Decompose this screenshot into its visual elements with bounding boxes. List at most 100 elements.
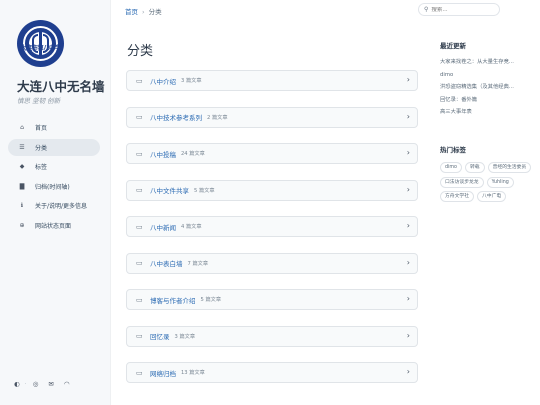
folder-icon: ▭ xyxy=(136,113,143,121)
sidebar-item-home[interactable]: ⌂ 首页 xyxy=(8,119,100,136)
info-icon: ℹ xyxy=(20,202,24,209)
sidebar-item-label: 首页 xyxy=(35,125,48,132)
sidebar-item-categories[interactable]: ☰ 分类 xyxy=(8,138,100,156)
chevron-right-icon[interactable]: › xyxy=(407,367,410,376)
rss-icon[interactable]: ◠ xyxy=(64,380,70,388)
sidebar-item-tags[interactable]: ◆ 标签 xyxy=(8,158,100,175)
tag-cloud: dimo 转载 曾经的生活委员 口法访谈步龙龙 Yuhling 方舟文学社 八中… xyxy=(440,162,536,206)
category-card[interactable]: ▭ 八中新闻 4 篇文章 › xyxy=(126,216,418,237)
category-card[interactable]: ▭ 八中文件共享 5 篇文章 › xyxy=(126,179,418,201)
category-count: 13 篇文章 xyxy=(181,370,205,376)
theme-toggle-icon[interactable]: ◐ xyxy=(14,380,20,388)
category-card[interactable]: ▭ 网络归档 13 篇文章 › xyxy=(126,362,418,383)
recent-updates-panel: 最近更新 大家来找茬之：从大量生存竞... dimo 洪恐盗窃精选集（及其他经典… xyxy=(440,40,536,119)
folder-icon: ▭ xyxy=(136,149,143,158)
category-card[interactable]: ▭ 回忆录 3 篇文章 › xyxy=(126,325,418,347)
globe-icon: ⊕ xyxy=(19,221,25,229)
category-count: 3 篇文章 xyxy=(174,333,196,340)
category-count: 7 篇文章 xyxy=(187,260,209,267)
footer-separator: · xyxy=(24,380,27,388)
archive-icon: ▇ xyxy=(19,182,25,190)
home-icon: ⌂ xyxy=(20,124,24,131)
sidebar-item-label: 分类 xyxy=(35,144,48,152)
tag-icon: ◆ xyxy=(19,163,25,170)
recent-update-link[interactable]: 回忆录：番外篇 xyxy=(440,94,536,107)
chevron-right-icon[interactable]: › xyxy=(407,258,410,267)
folder-icon: ▭ xyxy=(136,259,143,267)
category-card[interactable]: ▭ 八中介绍 3 篇文章 › xyxy=(126,70,418,91)
site-title[interactable]: 大连八中无名墙 xyxy=(17,76,105,95)
sidebar: 大连市第八中学 大连八中无名墙 慎思 坚韧 创新 ⌂ 首页 ☰ 分类 ◆ 标签 … xyxy=(0,0,111,405)
category-card[interactable]: ▭ 八中投稿 24 篇文章 › xyxy=(126,143,418,164)
search-icon: ⚲ xyxy=(424,6,429,13)
hot-tags-title: 热门标签 xyxy=(440,146,466,154)
tag-chip[interactable]: 转载 xyxy=(465,162,485,173)
category-card[interactable]: ▭ 八中表白墙 7 篇文章 › xyxy=(126,252,418,274)
site-subtitle: 慎思 坚韧 创新 xyxy=(17,97,61,105)
category-count: 5 篇文章 xyxy=(200,297,222,303)
breadcrumb-home-link[interactable]: 首页 xyxy=(125,8,138,16)
category-name[interactable]: 八中新闻 xyxy=(150,222,176,232)
folder-icon: ▭ xyxy=(136,76,143,85)
tag-chip[interactable]: 方舟文学社 xyxy=(440,191,474,202)
chevron-right-icon[interactable]: › xyxy=(407,294,410,303)
category-name[interactable]: 八中投稿 xyxy=(150,149,176,159)
recent-update-link[interactable]: 高三大事年表 xyxy=(440,106,536,119)
folder-icon: ▭ xyxy=(136,332,143,340)
chevron-right-icon[interactable]: › xyxy=(407,185,410,194)
logo-text: 大连市第八中学 xyxy=(20,45,61,52)
category-name[interactable]: 回忆录 xyxy=(150,331,170,341)
hot-tags-panel: 热门标签 dimo 转载 曾经的生活委员 口法访谈步龙龙 Yuhling 方舟文… xyxy=(440,144,536,206)
category-name[interactable]: 八中表白墙 xyxy=(150,258,183,268)
recent-update-link[interactable]: 大家来找茬之：从大量生存竞... xyxy=(440,56,536,69)
recent-update-link[interactable]: dimo xyxy=(440,69,536,82)
recent-update-link[interactable]: 洪恐盗窃精选集（及其他经典... xyxy=(440,81,536,94)
category-list: ▭ 八中介绍 3 篇文章 › ▭ 八中技术参考系列 2 篇文章 › ▭ 八中投稿… xyxy=(126,70,418,399)
sidebar-item-about[interactable]: ℹ 关于/说明/更多信息 xyxy=(8,197,100,214)
chevron-right-icon[interactable]: › xyxy=(407,331,410,340)
tag-chip[interactable]: Yuhling xyxy=(486,176,514,188)
category-count: 5 篇文章 xyxy=(194,187,215,194)
tag-chip[interactable]: 曾经的生活委员 xyxy=(487,162,532,173)
category-count: 24 篇文章 xyxy=(181,151,205,157)
sidebar-footer: ◐ · ◎ ✉ ◠ xyxy=(14,380,75,388)
chevron-right-icon[interactable]: › xyxy=(407,112,410,121)
sidebar-item-label: 标签 xyxy=(35,164,48,171)
chevron-right-icon[interactable]: › xyxy=(407,148,410,157)
chevron-right-icon[interactable]: › xyxy=(407,221,410,230)
sidebar-item-label: 关于/说明/更多信息 xyxy=(35,203,88,210)
category-card[interactable]: ▭ 博客与作者介绍 5 篇文章 › xyxy=(126,289,418,310)
folder-icon: ▭ xyxy=(136,186,143,194)
category-name[interactable]: 八中文件共享 xyxy=(150,185,189,195)
folder-icon: ▭ xyxy=(136,295,143,304)
mail-icon[interactable]: ✉ xyxy=(48,380,53,388)
category-name[interactable]: 八中技术参考系列 xyxy=(150,112,202,122)
search-input[interactable] xyxy=(431,6,494,13)
sidebar-item-status[interactable]: ⊕ 网站状态页面 xyxy=(8,217,100,234)
sidebar-item-archives[interactable]: ▇ 归档(时间轴) xyxy=(8,178,100,195)
sidebar-item-label: 网站状态页面 xyxy=(35,222,72,230)
stream-icon: ☰ xyxy=(19,143,25,151)
folder-icon: ▭ xyxy=(136,222,143,231)
category-name[interactable]: 博客与作者介绍 xyxy=(150,295,196,305)
folder-icon: ▭ xyxy=(136,368,143,377)
tag-chip[interactable]: 八中广电 xyxy=(477,191,507,202)
category-name[interactable]: 网络归档 xyxy=(150,368,176,378)
search-box[interactable]: ⚲ xyxy=(418,3,500,16)
category-count: 3 篇文章 xyxy=(181,78,202,84)
chevron-right-icon[interactable]: › xyxy=(407,75,410,84)
category-count: 2 篇文章 xyxy=(207,114,228,121)
breadcrumb-separator: › xyxy=(142,8,145,16)
github-icon[interactable]: ◎ xyxy=(33,380,39,388)
category-count: 4 篇文章 xyxy=(181,224,202,230)
tag-chip[interactable]: 口法访谈步龙龙 xyxy=(440,176,484,188)
category-card[interactable]: ▭ 八中技术参考系列 2 篇文章 › xyxy=(126,106,418,128)
category-name[interactable]: 八中介绍 xyxy=(150,76,176,86)
site-logo[interactable]: 大连市第八中学 xyxy=(17,20,64,67)
recent-updates-title: 最近更新 xyxy=(440,42,466,50)
breadcrumb-current: 分类 xyxy=(148,8,162,16)
tag-chip[interactable]: dimo xyxy=(440,162,462,173)
page-title: 分类 xyxy=(127,44,154,59)
sidebar-item-label: 归档(时间轴) xyxy=(35,183,70,191)
breadcrumb: 首页 › 分类 xyxy=(125,6,162,16)
